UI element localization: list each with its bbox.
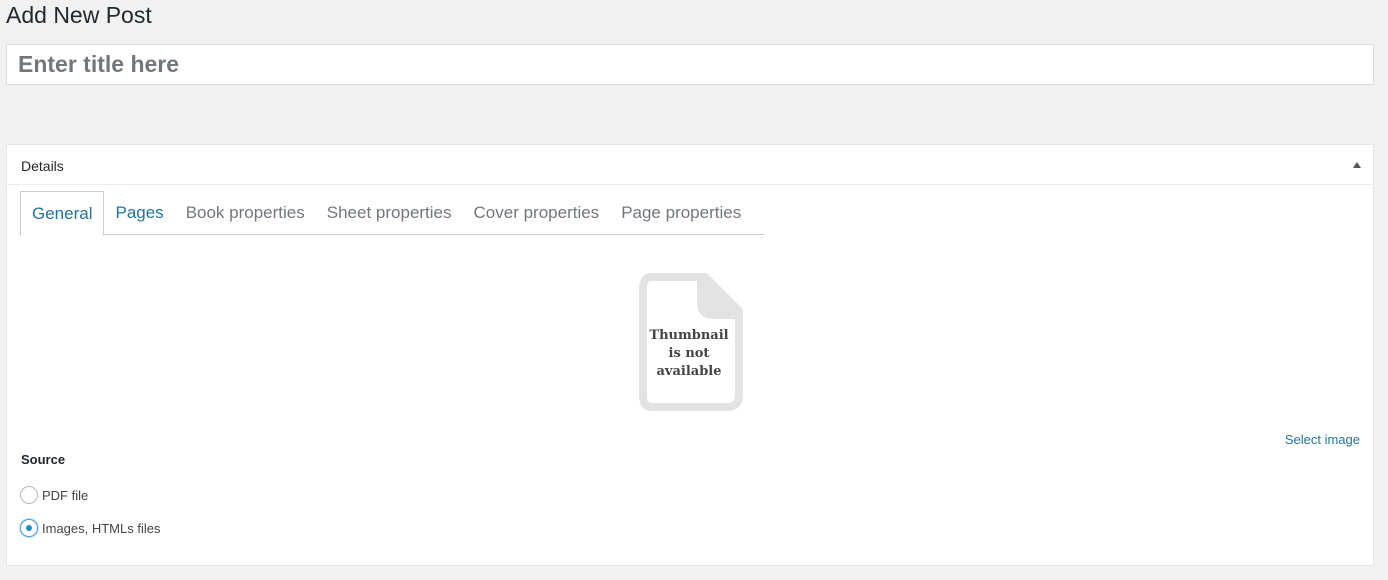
source-label: Source: [21, 452, 66, 467]
title-field-wrapper: [6, 44, 1374, 85]
post-title-input[interactable]: [7, 45, 1373, 84]
tab-page-properties[interactable]: Page properties: [610, 191, 752, 235]
tab-sheet-properties[interactable]: Sheet properties: [316, 191, 463, 235]
tab-cover-properties[interactable]: Cover properties: [463, 191, 611, 235]
radio-pdf-file-label: PDF file: [42, 487, 89, 503]
tab-book-properties[interactable]: Book properties: [175, 191, 316, 235]
select-image-link[interactable]: Select image: [1285, 432, 1360, 447]
radio-images-htmls-input[interactable]: [20, 519, 38, 537]
thumbnail-text-line2: is not: [668, 346, 710, 361]
details-postbox: Details General Pages Book properties Sh…: [6, 144, 1374, 566]
radio-pdf-file[interactable]: PDF file: [20, 486, 88, 504]
collapse-toggle-icon[interactable]: [1349, 157, 1365, 173]
postbox-title: Details: [21, 158, 64, 174]
tab-pages[interactable]: Pages: [104, 191, 174, 235]
thumbnail-text-line1: Thumbnail: [649, 328, 729, 343]
thumbnail-text-line3: available: [656, 364, 722, 379]
postbox-header: Details: [7, 145, 1373, 185]
tab-general[interactable]: General: [20, 191, 105, 236]
thumbnail-text: Thumbnail is not available: [639, 327, 739, 381]
thumbnail-placeholder: Thumbnail is not available: [639, 273, 745, 411]
details-tabs: General Pages Book properties Sheet prop…: [20, 191, 764, 236]
page-title: Add New Post: [6, 2, 152, 28]
radio-images-htmls[interactable]: Images, HTMLs files: [20, 519, 160, 537]
radio-images-htmls-label: Images, HTMLs files: [42, 520, 161, 536]
radio-pdf-file-input[interactable]: [20, 486, 38, 504]
